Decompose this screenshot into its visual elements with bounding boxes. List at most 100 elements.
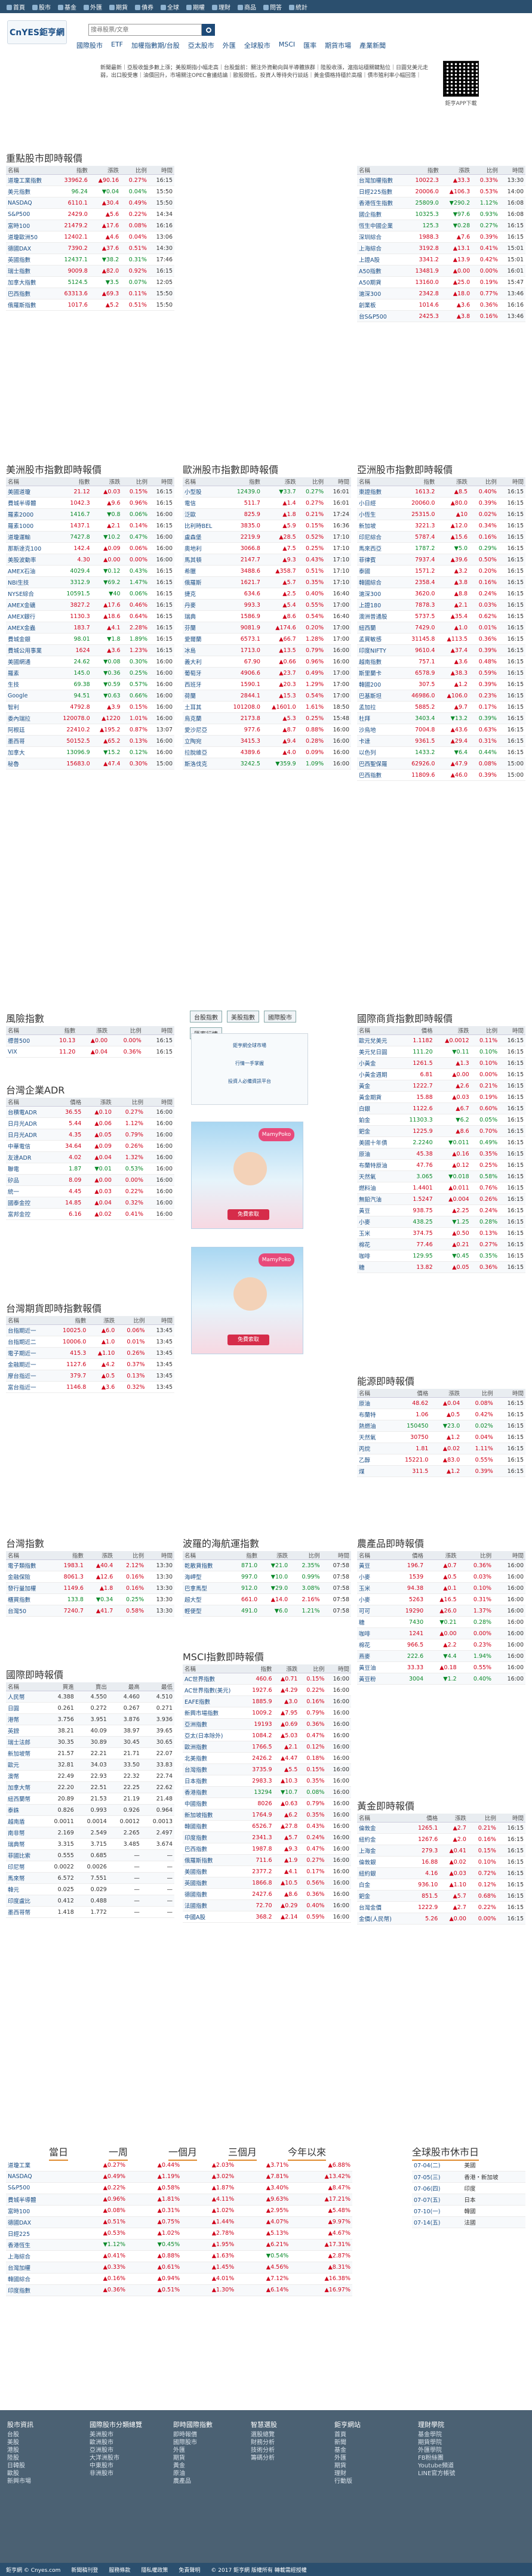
footer-link[interactable]: 日韓股 bbox=[7, 2462, 33, 2470]
footer-link[interactable]: 台股 bbox=[7, 2431, 33, 2439]
row-name-link[interactable]: 美國道瓊 bbox=[6, 486, 54, 498]
row-name-link[interactable]: EAFE指數 bbox=[183, 1695, 245, 1707]
row-name-link[interactable]: 美股波動率 bbox=[6, 554, 54, 566]
table-row[interactable]: 芬蘭 9081.9 ▲174.6 0.20% 17:00 bbox=[183, 622, 351, 634]
table-row[interactable]: 黃金期貨 15.88 ▲0.03 0.19% 16:15 bbox=[357, 1091, 525, 1103]
table-row[interactable]: 亞洲指數 19193 ▲0.69 0.36% 16:00 bbox=[183, 1718, 351, 1730]
table-row[interactable]: 越南盾 0.0011 0.0014 0.0012 0.0013 bbox=[6, 1815, 174, 1827]
table-row[interactable]: 巴基斯坦 46986.0 ▲106.0 0.23% 16:15 bbox=[357, 690, 525, 702]
table-row[interactable]: 新加坡幣 21.57 22.21 21.71 22.07 bbox=[6, 1747, 174, 1759]
row-name-link[interactable]: 國泰金控 bbox=[6, 1197, 54, 1209]
table-row[interactable]: 巴拿馬型 912.0 ▼29.0 3.08% 07:58 bbox=[183, 1582, 351, 1594]
row-name-link[interactable]: 原油 bbox=[357, 1397, 389, 1409]
row-name-link[interactable]: 紐西蘭 bbox=[357, 622, 401, 634]
row-name-link[interactable]: 台指期近二 bbox=[6, 1336, 51, 1348]
table-row[interactable]: 希臘 3488.6 ▲358.7 0.51% 17:10 bbox=[183, 565, 351, 577]
table-row[interactable]: 布蘭特 1.06 ▲0.5 0.42% 16:15 bbox=[357, 1409, 525, 1420]
table-row[interactable]: 盧森堡 2219.9 ▲28.5 0.52% 17:10 bbox=[183, 531, 351, 543]
row-name-link[interactable]: 日月光ADR bbox=[6, 1117, 54, 1129]
row-name-link[interactable]: 輕便型 bbox=[183, 1605, 230, 1617]
row-name-link[interactable]: 乾散貨指數 bbox=[183, 1559, 230, 1571]
table-row[interactable]: 天然氣 30750 ▲1.2 0.04% 16:15 bbox=[357, 1431, 525, 1443]
table-row[interactable]: 澳幣 22.49 22.93 22.32 22.74 bbox=[6, 1770, 174, 1782]
table-row[interactable]: 摩台指近一 379.7 ▲0.5 0.13% 13:45 bbox=[6, 1370, 174, 1382]
row-name-link[interactable]: 小麥 bbox=[357, 1216, 399, 1228]
table-row[interactable]: 費城金銀 98.01 ▼1.8 1.89% 16:15 bbox=[6, 633, 174, 645]
table-row[interactable]: 電子類指數 1983.1 ▲40.4 2.12% 13:30 bbox=[6, 1559, 174, 1571]
table-row[interactable]: 創業板 1014.6 ▲3.6 0.36% 16:16 bbox=[357, 299, 525, 311]
row-name-link[interactable]: 電子類指數 bbox=[6, 1559, 52, 1571]
row-name-link[interactable]: 義大利 bbox=[183, 656, 223, 668]
row-name-link[interactable]: 墨西哥 bbox=[6, 735, 54, 747]
row-name-link[interactable]: 印度NIFTY bbox=[357, 644, 401, 656]
row-name-link[interactable]: 韓元 bbox=[6, 1883, 43, 1895]
table-row[interactable]: 國泰金控 14.85 ▲0.04 0.32% 16:00 bbox=[6, 1197, 174, 1209]
row-name-link[interactable]: 天然氣 bbox=[357, 1170, 399, 1182]
table-row[interactable]: 德國DAX ▲0.51% ▲0.75% ▲1.44% ▲4.07% ▲9.97% bbox=[6, 2216, 352, 2228]
row-name-link[interactable]: 台積電ADR bbox=[6, 1106, 54, 1118]
footer-link[interactable]: 技術分析 bbox=[251, 2447, 277, 2454]
topnav-item[interactable]: 基金 bbox=[55, 2, 79, 11]
footer-link[interactable]: 非洲股市 bbox=[90, 2470, 142, 2478]
row-name-link[interactable]: 港幣 bbox=[6, 1713, 43, 1725]
table-row[interactable]: 歐洲指數 1766.5 ▲2.1 0.12% 16:00 bbox=[183, 1741, 351, 1753]
row-name-link[interactable]: 香港恆生 bbox=[6, 2239, 73, 2251]
news-ticker[interactable]: 新聞最新｜亞股收盤多數上漲；美股期指小幅走高｜台股盤前：關注外資動向與半導體族群… bbox=[100, 64, 435, 80]
table-row[interactable]: S&P500 ▲0.22% ▲0.58% ▲1.87% ▲3.40% ▲8.47% bbox=[6, 2182, 352, 2194]
footer-link[interactable]: 行動版 bbox=[334, 2478, 361, 2485]
table-row[interactable]: 日月光ADR 5.44 ▲0.06 1.12% 16:00 bbox=[6, 1117, 174, 1129]
subnav-link[interactable]: 產業新聞 bbox=[359, 41, 386, 50]
table-row[interactable]: 紐約銀 4.16 ▲0.03 0.72% 16:15 bbox=[357, 1867, 525, 1879]
table-row[interactable]: 原油 45.38 ▲0.16 0.35% 16:15 bbox=[357, 1148, 525, 1160]
row-name-link[interactable]: 巴拿馬型 bbox=[183, 1582, 230, 1594]
topnav-item[interactable]: 全球 bbox=[158, 2, 182, 11]
row-name-link[interactable]: 台灣金價 bbox=[357, 1901, 408, 1913]
site-logo[interactable]: CnYES鉅亨網 bbox=[7, 20, 67, 44]
table-row[interactable]: 統一 4.45 ▲0.03 0.22% 16:00 bbox=[6, 1185, 174, 1197]
table-row[interactable]: 以色列 1433.2 ▼6.4 0.44% 16:15 bbox=[357, 746, 525, 758]
row-name-link[interactable]: 英國指數 bbox=[6, 254, 55, 265]
row-name-link[interactable]: 歐元兌美元 bbox=[357, 1034, 399, 1046]
table-row[interactable]: NASDAQ 6110.1 ▲30.4 0.49% 15:50 bbox=[6, 197, 174, 209]
table-row[interactable]: 立陶宛 3415.3 ▲9.4 0.28% 16:00 bbox=[183, 735, 351, 747]
topnav-item[interactable]: 外匯 bbox=[81, 2, 105, 11]
row-name-link[interactable]: 香港恆生指數 bbox=[357, 197, 406, 209]
row-name-link[interactable]: 標普500 bbox=[6, 1034, 47, 1046]
row-name-link[interactable]: 俄羅斯 bbox=[183, 576, 223, 588]
row-name-link[interactable]: 日本指數 bbox=[183, 1775, 245, 1787]
table-row[interactable]: 秘魯 15683.0 ▲47.4 0.30% 15:00 bbox=[6, 758, 174, 770]
row-name-link[interactable]: 小日經 bbox=[357, 497, 401, 509]
row-name-link[interactable]: 拉脫維亞 bbox=[183, 746, 223, 758]
bottom-bar-link[interactable]: © 2017 鉅亨網 版權所有 轉載需經授權 bbox=[211, 2566, 306, 2574]
table-row[interactable]: 乾散貨指數 871.0 ▼21.0 2.35% 07:58 bbox=[183, 1559, 351, 1571]
table-row[interactable]: 台灣50 7240.7 ▲41.7 0.58% 13:30 bbox=[6, 1605, 174, 1617]
table-row[interactable]: 烏克蘭 2173.8 ▲5.3 0.25% 15:48 bbox=[183, 712, 351, 724]
footer-link[interactable]: 理財 bbox=[334, 2470, 361, 2478]
quick-link-button[interactable]: 美股指數 bbox=[227, 1011, 259, 1023]
table-row[interactable]: 羅素 145.0 ▼0.36 0.25% 16:00 bbox=[6, 667, 174, 679]
table-row[interactable]: 電子期近一 415.3 ▲1.10 0.26% 13:45 bbox=[6, 1347, 174, 1359]
row-name-link[interactable]: 友達ADR bbox=[6, 1151, 54, 1163]
subnav-link[interactable]: ETF bbox=[111, 41, 123, 50]
row-name-link[interactable]: 金融期近一 bbox=[6, 1358, 51, 1370]
table-row[interactable]: AC世界指數(美元) 1927.6 ▲4.29 0.22% 16:00 bbox=[183, 1684, 351, 1696]
table-row[interactable]: 阿根廷 22410.2 ▲195.2 0.87% 13:07 bbox=[6, 724, 174, 736]
row-name-link[interactable]: NYSE綜合 bbox=[6, 588, 54, 600]
row-name-link[interactable]: 小黃金週期 bbox=[357, 1068, 399, 1080]
table-row[interactable]: 韓國指數 6526.7 ▲27.8 0.43% 16:00 bbox=[183, 1820, 351, 1832]
footer-link[interactable]: 亞洲股市 bbox=[90, 2447, 142, 2454]
row-name-link[interactable]: 美國網通 bbox=[6, 656, 54, 668]
topnav-item[interactable]: 問答 bbox=[260, 2, 285, 11]
table-row[interactable]: 黃金 1222.7 ▲2.6 0.21% 16:15 bbox=[357, 1080, 525, 1092]
table-row[interactable]: 鈀金 1225.9 ▲8.6 0.70% 16:15 bbox=[357, 1125, 525, 1137]
topnav-item[interactable]: 首頁 bbox=[4, 2, 28, 11]
table-row[interactable]: 費城公用事業 1624 ▲3.6 1.23% 16:15 bbox=[6, 644, 174, 656]
diaper-ad-banner-1[interactable]: MamyPoko 免費索取 bbox=[191, 1122, 303, 1229]
row-name-link[interactable]: 比利時BEL bbox=[183, 520, 223, 532]
subnav-link[interactable]: 加權指數期/台股 bbox=[131, 41, 180, 50]
table-row[interactable]: 越南指數 757.1 ▲3.6 0.48% 16:15 bbox=[357, 656, 525, 668]
table-row[interactable]: 上海金 279.3 ▲0.41 0.15% 16:15 bbox=[357, 1845, 525, 1857]
row-name-link[interactable]: 海岬型 bbox=[183, 1571, 230, 1583]
row-name-link[interactable]: 泛歐 bbox=[183, 508, 223, 520]
row-name-link[interactable]: 韓國綜合 bbox=[357, 576, 401, 588]
